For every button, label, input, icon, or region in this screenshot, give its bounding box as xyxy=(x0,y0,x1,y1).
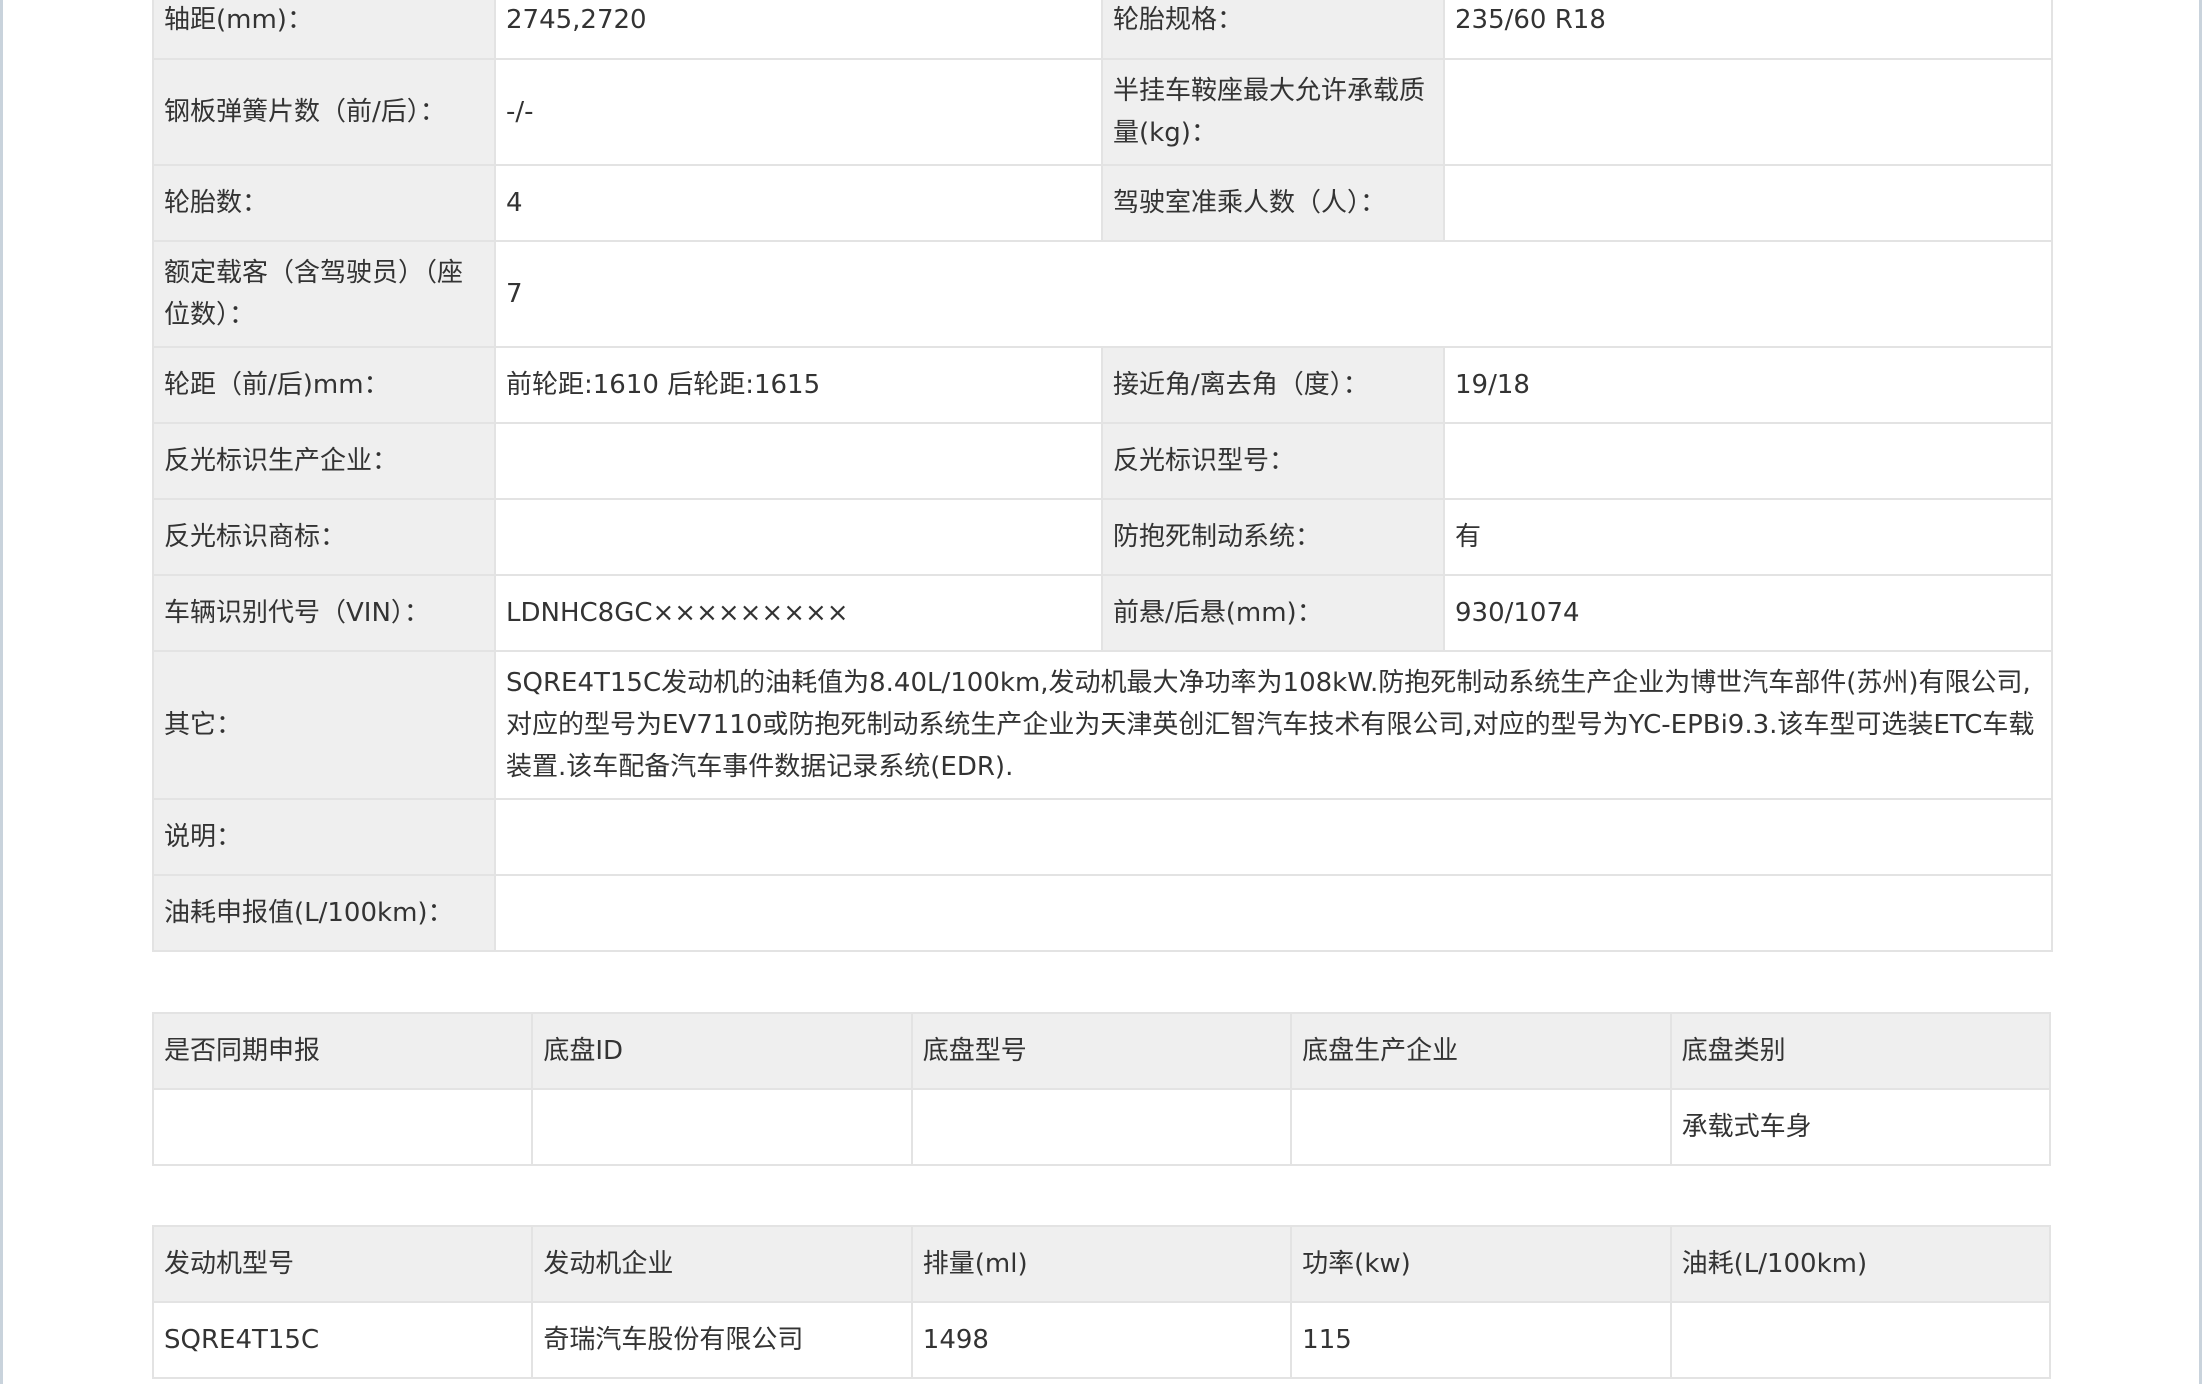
reflector-maker-value xyxy=(494,422,1103,500)
table-row: 其它： SQRE4T15C发动机的油耗值为8.40L/100km,发动机最大净功… xyxy=(152,650,2053,800)
chassis-header-sync: 是否同期申报 xyxy=(151,1012,534,1090)
table-row: 反光标识生产企业： 反光标识型号： xyxy=(152,422,2053,500)
rated-passengers-value: 7 xyxy=(494,240,2053,348)
fuel-declared-value xyxy=(494,874,2053,952)
chassis-table: 是否同期申报 底盘ID 底盘型号 底盘生产企业 底盘类别 承载式车身 xyxy=(151,1012,2052,1166)
chassis-header-model: 底盘型号 xyxy=(910,1012,1293,1090)
wheelbase-label: 轴距(mm)： xyxy=(152,0,496,60)
vin-label: 车辆识别代号（VIN）： xyxy=(152,574,496,652)
track-value: 前轮距:1610 后轮距:1615 xyxy=(494,346,1103,424)
table-row: 钢板弹簧片数（前/后）： -/- 半挂车鞍座最大允许承载质量(kg)： xyxy=(152,58,2053,166)
table-row: 车辆识别代号（VIN）： LDNHC8GC××××××××× 前悬/后悬(mm)… xyxy=(152,574,2053,652)
cab-passengers-value xyxy=(1443,164,2053,242)
leaf-spring-value: -/- xyxy=(494,58,1103,166)
engine-header-fuel: 油耗(L/100km) xyxy=(1669,1225,2052,1303)
table-header-row: 发动机型号 发动机企业 排量(ml) 功率(kw) 油耗(L/100km) xyxy=(151,1225,2052,1303)
tire-spec-value: 235/60 R18 xyxy=(1443,0,2053,60)
page-left-border xyxy=(0,0,3,1384)
abs-label: 防抱死制动系统： xyxy=(1101,498,1445,576)
table-row: 轴距(mm)： 2745,2720 轮胎规格： 235/60 R18 xyxy=(152,0,2053,60)
vehicle-spec-table: 轴距(mm)： 2745,2720 轮胎规格： 235/60 R18 钢板弹簧片… xyxy=(152,0,2053,952)
other-label: 其它： xyxy=(152,650,496,800)
table-row: 轮距（前/后)mm： 前轮距:1610 后轮距:1615 接近角/离去角（度）：… xyxy=(152,346,2053,424)
table-row: 承载式车身 xyxy=(151,1088,2052,1166)
reflector-brand-label: 反光标识商标： xyxy=(152,498,496,576)
engine-maker-value: 奇瑞汽车股份有限公司 xyxy=(531,1301,913,1379)
wheelbase-value: 2745,2720 xyxy=(494,0,1103,60)
leaf-spring-label: 钢板弹簧片数（前/后）： xyxy=(152,58,496,166)
overhang-label: 前悬/后悬(mm)： xyxy=(1101,574,1445,652)
other-value: SQRE4T15C发动机的油耗值为8.40L/100km,发动机最大净功率为10… xyxy=(494,650,2053,800)
chassis-model-value xyxy=(910,1088,1293,1166)
note-label: 说明： xyxy=(152,798,496,876)
tire-spec-label: 轮胎规格： xyxy=(1101,0,1445,60)
chassis-type-value: 承载式车身 xyxy=(1669,1088,2052,1166)
reflector-brand-value xyxy=(494,498,1103,576)
chassis-header-id: 底盘ID xyxy=(531,1012,913,1090)
table-row: SQRE4T15C 奇瑞汽车股份有限公司 1498 115 xyxy=(151,1301,2052,1379)
approach-angle-value: 19/18 xyxy=(1443,346,2053,424)
reflector-model-label: 反光标识型号： xyxy=(1101,422,1445,500)
engine-header-maker: 发动机企业 xyxy=(531,1225,913,1303)
table-row: 轮胎数： 4 驾驶室准乘人数（人）： xyxy=(152,164,2053,242)
note-value xyxy=(494,798,2053,876)
rated-passengers-label: 额定载客（含驾驶员）（座位数）： xyxy=(152,240,496,348)
chassis-header-type: 底盘类别 xyxy=(1669,1012,2052,1090)
vin-value: LDNHC8GC××××××××× xyxy=(494,574,1103,652)
cab-passengers-label: 驾驶室准乘人数（人）： xyxy=(1101,164,1445,242)
chassis-header-maker: 底盘生产企业 xyxy=(1290,1012,1672,1090)
engine-header-displacement: 排量(ml) xyxy=(910,1225,1293,1303)
overhang-value: 930/1074 xyxy=(1443,574,2053,652)
engine-fuel-value xyxy=(1669,1301,2052,1379)
engine-header-model: 发动机型号 xyxy=(151,1225,534,1303)
saddle-load-value xyxy=(1443,58,2053,166)
abs-value: 有 xyxy=(1443,498,2053,576)
table-row: 油耗申报值(L/100km)： xyxy=(152,874,2053,952)
approach-angle-label: 接近角/离去角（度）： xyxy=(1101,346,1445,424)
engine-table: 发动机型号 发动机企业 排量(ml) 功率(kw) 油耗(L/100km) SQ… xyxy=(151,1225,2052,1379)
tire-count-value: 4 xyxy=(494,164,1103,242)
reflector-model-value xyxy=(1443,422,2053,500)
table-row: 反光标识商标： 防抱死制动系统： 有 xyxy=(152,498,2053,576)
fuel-declared-label: 油耗申报值(L/100km)： xyxy=(152,874,496,952)
table-header-row: 是否同期申报 底盘ID 底盘型号 底盘生产企业 底盘类别 xyxy=(151,1012,2052,1090)
engine-displacement-value: 1498 xyxy=(910,1301,1293,1379)
engine-model-value: SQRE4T15C xyxy=(151,1301,534,1379)
reflector-maker-label: 反光标识生产企业： xyxy=(152,422,496,500)
table-row: 额定载客（含驾驶员）（座位数）： 7 xyxy=(152,240,2053,348)
saddle-load-label: 半挂车鞍座最大允许承载质量(kg)： xyxy=(1101,58,1445,166)
engine-power-value: 115 xyxy=(1290,1301,1672,1379)
track-label: 轮距（前/后)mm： xyxy=(152,346,496,424)
chassis-id-value xyxy=(531,1088,913,1166)
tire-count-label: 轮胎数： xyxy=(152,164,496,242)
engine-header-power: 功率(kw) xyxy=(1290,1225,1672,1303)
table-row: 说明： xyxy=(152,798,2053,876)
chassis-sync-value xyxy=(151,1088,534,1166)
chassis-maker-value xyxy=(1290,1088,1672,1166)
